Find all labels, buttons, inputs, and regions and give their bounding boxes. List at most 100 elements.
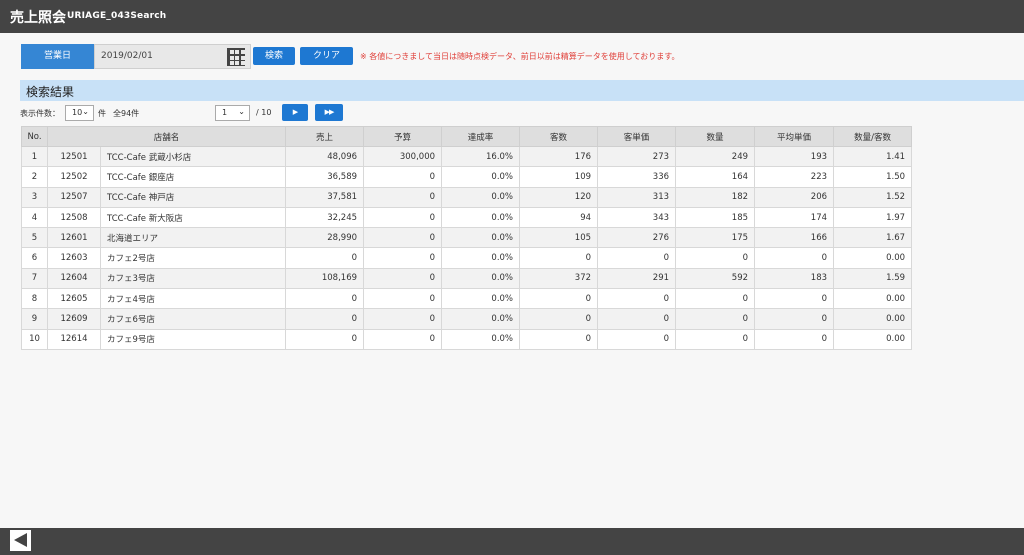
cell-store-name: カフェ9号店: [99, 328, 287, 350]
cell-avg-spend: 0: [597, 328, 677, 350]
per-page-unit: 件: [98, 109, 106, 118]
back-arrow-icon[interactable]: [14, 533, 27, 547]
table-row[interactable]: 7 12604 カフェ3号店 108,169 0 0.0% 372 291 592 183 1.59: [21, 267, 913, 290]
next-page-button[interactable]: ▶: [282, 104, 308, 121]
table-row[interactable]: 2 12502 TCC-Cafe 銀座店 36,589 0 0.0% 109 336 164 22…: [21, 166, 913, 188]
search-button[interactable]: 検索: [253, 47, 295, 65]
table-row[interactable]: 6 12603 カフェ2号店 0 0 0.0% 0 0 0 0 0.00: [21, 247, 913, 269]
cell-avg-spend: 343: [597, 206, 677, 229]
per-page-select[interactable]: 10 ⌄: [65, 105, 94, 121]
table-row[interactable]: 4 12508 TCC-Cafe 新大阪店 32,245 0 0.0% 94 343 185 17…: [21, 206, 913, 229]
col-budget: 予算: [363, 126, 443, 147]
screen-id: URIAGE_043Search: [67, 11, 167, 21]
col-quantity: 数量: [675, 126, 756, 147]
cell-sales: 37,581: [285, 186, 365, 208]
cell-quantity: 182: [675, 186, 756, 208]
cell-store-code: 12605: [47, 288, 101, 310]
cell-quantity: 185: [675, 206, 756, 229]
cell-avg-price: 174: [754, 206, 835, 229]
cell-sales: 108,169: [285, 267, 365, 290]
cell-sales: 0: [285, 247, 365, 269]
cell-budget: 0: [363, 328, 443, 350]
cell-sales: 28,990: [285, 227, 365, 249]
table-row[interactable]: 9 12609 カフェ6号店 0 0 0.0% 0 0 0 0 0.00: [21, 308, 913, 330]
table-header-row: No. 店舗名 売上 予算 達成率 客数 客単価 数量 平均単価 数量/客数: [21, 126, 913, 147]
per-page-value[interactable]: 10: [72, 108, 82, 117]
last-page-button[interactable]: ▶▶: [315, 104, 343, 121]
cell-store-name: TCC-Cafe 新大阪店: [99, 206, 287, 229]
col-qty-per-customer: 数量/客数: [833, 126, 913, 147]
cell-qty-per-customer: 0.00: [833, 308, 913, 330]
page-value[interactable]: 1: [222, 108, 227, 117]
cell-avg-spend: 273: [597, 145, 677, 168]
cell-avg-price: 193: [754, 145, 835, 168]
col-store-name: 店舗名: [46, 126, 287, 147]
cell-store-code: 12614: [47, 328, 101, 350]
results-section-title: 検索結果: [26, 85, 75, 99]
cell-quantity: 0: [675, 308, 756, 330]
cell-row-no: 7: [21, 267, 48, 290]
cell-budget: 0: [363, 247, 443, 269]
cell-row-no: 3: [21, 186, 48, 208]
cell-store-name: TCC-Cafe 武蔵小杉店: [99, 145, 287, 168]
calendar-icon[interactable]: [227, 48, 245, 66]
cell-avg-price: 0: [754, 247, 835, 269]
cell-avg-spend: 291: [597, 267, 677, 290]
clear-button[interactable]: クリア: [300, 47, 353, 65]
back-button[interactable]: [10, 530, 31, 551]
page-total: / 10: [256, 108, 272, 117]
cell-budget: 0: [363, 288, 443, 310]
cell-row-no: 8: [21, 288, 48, 310]
cell-qty-per-customer: 1.67: [833, 227, 913, 249]
page-title: 売上照会: [10, 10, 66, 26]
col-sales: 売上: [285, 126, 365, 147]
cell-row-no: 5: [21, 227, 48, 249]
cell-quantity: 0: [675, 288, 756, 310]
cell-store-name: TCC-Cafe 銀座店: [99, 166, 287, 188]
cell-qty-per-customer: 1.50: [833, 166, 913, 188]
cell-avg-price: 206: [754, 186, 835, 208]
cell-sales: 0: [285, 328, 365, 350]
cell-avg-spend: 0: [597, 247, 677, 269]
cell-budget: 0: [363, 166, 443, 188]
cell-qty-per-customer: 0.00: [833, 288, 913, 310]
cell-avg-price: 0: [754, 288, 835, 310]
cell-sales: 48,096: [285, 145, 365, 168]
footer-bar: [0, 528, 1024, 555]
cell-budget: 0: [363, 186, 443, 208]
table-row[interactable]: 5 12601 北海道エリア 28,990 0 0.0% 105 276 175 166 1.67: [21, 227, 913, 249]
business-date-field[interactable]: 2019/02/01: [94, 44, 251, 69]
chevron-down-icon[interactable]: ⌄: [238, 107, 245, 116]
cell-store-name: カフェ3号店: [99, 267, 287, 290]
cell-store-code: 12508: [47, 206, 101, 229]
cell-row-no: 4: [21, 206, 48, 229]
cell-row-no: 10: [21, 328, 48, 350]
business-date-label: 営業日: [21, 44, 94, 69]
cell-store-name: TCC-Cafe 神戸店: [99, 186, 287, 208]
table-row[interactable]: 1 12501 TCC-Cafe 武蔵小杉店 48,096 300,000 16.0% 17…: [21, 145, 913, 168]
cell-sales: 0: [285, 308, 365, 330]
cell-budget: 0: [363, 267, 443, 290]
page-select[interactable]: 1 ⌄: [215, 105, 250, 121]
cell-store-code: 12501: [47, 145, 101, 168]
cell-quantity: 0: [675, 328, 756, 350]
chevron-down-icon[interactable]: ⌄: [82, 107, 89, 116]
business-date-value[interactable]: 2019/02/01: [101, 51, 153, 61]
cell-achievement: 0.0%: [441, 227, 521, 249]
results-section-header: 検索結果: [20, 80, 1024, 101]
pager: 表示件数： 10 ⌄ 件 全94件 1 ⌄ / 10 ▶ ▶▶: [20, 104, 360, 122]
table-row[interactable]: 8 12605 カフェ4号店 0 0 0.0% 0 0 0 0 0.00: [21, 288, 913, 310]
table-row[interactable]: 10 12614 カフェ9号店 0 0 0.0% 0 0 0 0 0.00: [21, 328, 913, 350]
cell-qty-per-customer: 1.59: [833, 267, 913, 290]
table-row[interactable]: 3 12507 TCC-Cafe 神戸店 37,581 0 0.0% 120 313 182 20…: [21, 186, 913, 208]
cell-store-code: 12507: [47, 186, 101, 208]
cell-avg-spend: 276: [597, 227, 677, 249]
cell-qty-per-customer: 1.97: [833, 206, 913, 229]
cell-sales: 32,245: [285, 206, 365, 229]
cell-store-code: 12603: [47, 247, 101, 269]
results-table: No. 店舗名 売上 予算 達成率 客数 客単価 数量 平均単価 数量/客数 1…: [21, 126, 913, 350]
cell-store-code: 12502: [47, 166, 101, 188]
cell-achievement: 0.0%: [441, 308, 521, 330]
cell-qty-per-customer: 1.41: [833, 145, 913, 168]
cell-budget: 0: [363, 206, 443, 229]
